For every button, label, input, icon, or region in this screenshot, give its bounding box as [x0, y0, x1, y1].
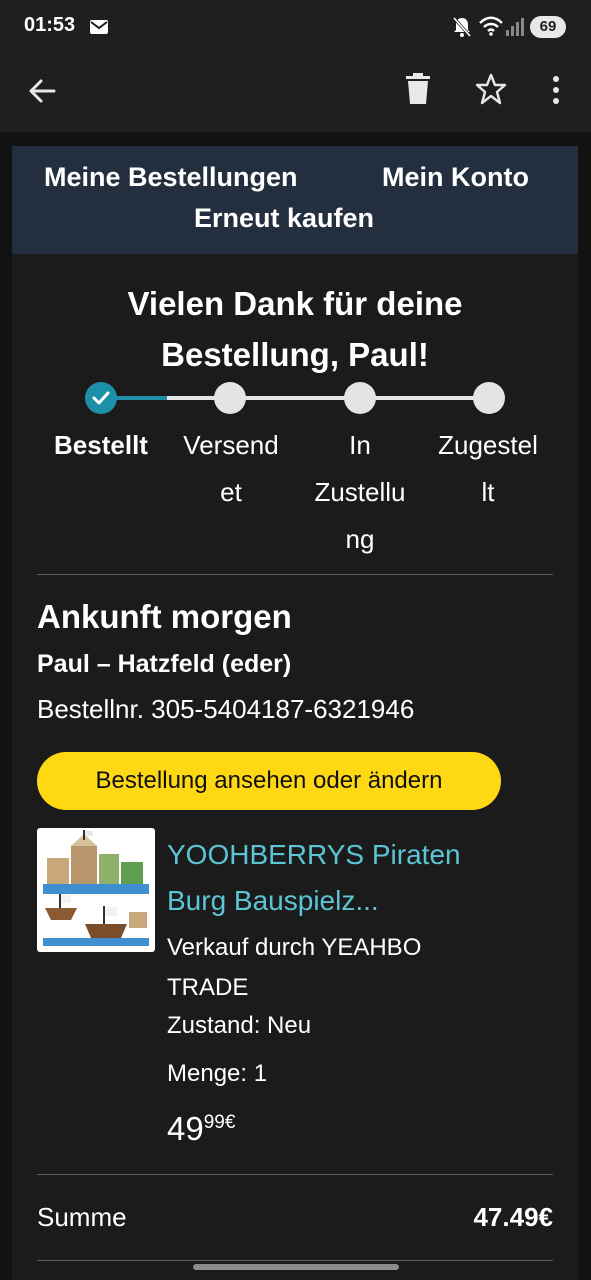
price-whole: 49	[167, 1110, 204, 1147]
seller-line: TRADE	[167, 974, 249, 1001]
step-delivered-label: Zugestel lt	[423, 422, 553, 516]
step-label-line: Zustellu	[314, 477, 406, 507]
total-value: 47.49€	[473, 1202, 553, 1232]
step-label-line: et	[220, 477, 242, 507]
mute-icon	[452, 17, 472, 37]
step-label-line: lt	[481, 477, 495, 507]
app-bar	[0, 56, 591, 132]
step-out-for-delivery-label: In Zustellu ng	[295, 422, 425, 563]
amazon-top-nav: Meine Bestellungen Mein Konto Erneut kau…	[12, 146, 578, 254]
step-label-line: Bestellt	[54, 430, 148, 460]
thank-you-line-1: Vielen Dank für deine	[127, 285, 463, 322]
step-shipped-label: Versend et	[166, 422, 296, 516]
wifi-icon	[479, 16, 503, 36]
mail-icon	[90, 20, 108, 34]
status-time: 01:53	[24, 14, 76, 36]
order-email: Meine Bestellungen Mein Konto Erneut kau…	[12, 146, 578, 1280]
section-divider	[37, 1174, 553, 1175]
status-bar: 01:53 69	[0, 0, 591, 56]
section-divider	[37, 574, 553, 575]
step-delivered-dot	[473, 382, 505, 414]
star-icon[interactable]	[474, 72, 508, 106]
nav-my-account-link[interactable]: Mein Konto	[382, 162, 529, 193]
order-number: Bestellnr. 305-5404187-6321946	[37, 694, 415, 724]
gesture-home-bar[interactable]	[193, 1264, 399, 1270]
battery-icon: 69	[530, 16, 566, 38]
product-price: 4999€	[167, 1110, 235, 1148]
step-label-line: In	[349, 430, 371, 460]
step-ordered-label: Bestellt	[32, 422, 170, 469]
total-label: Summe	[37, 1202, 127, 1232]
product-condition: Zustand: Neu	[167, 1012, 312, 1039]
product-title-link[interactable]: YOOHBERRYS Piraten Burg Bauspielz...	[167, 832, 547, 924]
step-shipped-dot	[214, 382, 246, 414]
shipment-progress-tracker: Bestellt Versend et In Zustellu ng Zuges…	[12, 376, 578, 556]
step-label-line: Zugestel	[438, 430, 538, 460]
product-title-line[interactable]: Burg Bauspielz...	[167, 878, 547, 924]
recipient-name: Paul – Hatzfeld (eder)	[37, 650, 292, 678]
checkmark-icon	[92, 391, 110, 405]
product-seller: Verkauf durch YEAHBO TRADE	[167, 928, 547, 1008]
thank-you-heading: Vielen Dank für deine Bestellung, Paul!	[32, 278, 558, 380]
pirate-castle-toy-image	[43, 830, 149, 946]
thank-you-line-2: Bestellung, Paul!	[161, 336, 429, 373]
nav-my-orders-link[interactable]: Meine Bestellungen	[44, 162, 298, 193]
price-fraction: 99€	[203, 1112, 236, 1133]
step-out-for-delivery-dot	[344, 382, 376, 414]
back-arrow-icon[interactable]	[26, 74, 60, 108]
more-vert-icon[interactable]	[548, 74, 564, 108]
section-divider	[37, 1260, 553, 1261]
view-or-edit-order-button[interactable]: Bestellung ansehen oder ändern	[37, 752, 501, 810]
step-label-line: ng	[345, 524, 375, 554]
signal-icon	[506, 18, 524, 36]
nav-buy-again-link[interactable]: Erneut kaufen	[194, 203, 374, 234]
product-quantity: Menge: 1	[167, 1060, 268, 1087]
seller-line: Verkauf durch YEAHBO	[167, 934, 422, 961]
product-image[interactable]	[37, 828, 155, 952]
step-ordered-dot	[85, 382, 117, 414]
step-label-line: Versend	[183, 430, 279, 460]
trash-icon[interactable]	[404, 72, 432, 106]
arrival-heading: Ankunft morgen	[37, 598, 292, 635]
product-title-line[interactable]: YOOHBERRYS Piraten	[167, 832, 547, 878]
